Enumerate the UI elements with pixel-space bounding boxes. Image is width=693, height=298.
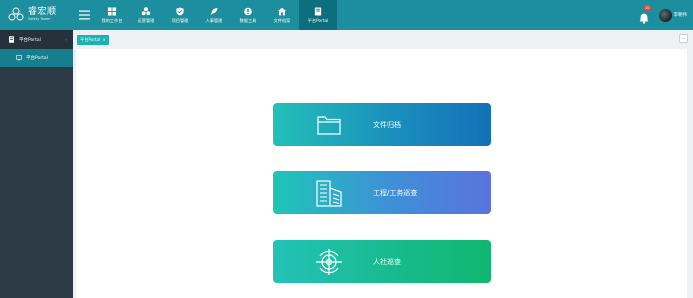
logo-mark-icon — [8, 7, 24, 21]
notification-count-badge: 10 — [643, 5, 651, 11]
card-file-archive[interactable]: 文件归档 — [273, 103, 491, 146]
brand-name: 睿宏顺 — [28, 7, 57, 18]
close-icon[interactable]: × — [102, 37, 106, 42]
nav-data-tools[interactable]: 数据工具 — [231, 0, 265, 30]
nav-platform-portal[interactable]: 平台Portal — [299, 0, 337, 30]
nav-label: 文件档案 — [273, 17, 291, 23]
tool-icon — [244, 7, 252, 15]
sidebar: 平台Portal ‹ 平台Portal — [0, 30, 73, 298]
card-label: 人社巡查 — [373, 257, 401, 266]
menu-toggle-button[interactable] — [73, 0, 95, 30]
nav-label: 运营管理 — [137, 17, 155, 23]
nav-label: 项目管理 — [171, 17, 189, 23]
tab-label: 平台Portal — [80, 36, 101, 42]
main-content: 文件归档 工程/工务巡查 人社巡查 — [76, 49, 687, 298]
folder-icon — [317, 116, 341, 135]
grid-icon — [107, 6, 117, 16]
sidebar-group-label: 平台Portal — [19, 37, 41, 43]
card-label: 工程/工务巡查 — [373, 188, 418, 197]
username[interactable]: 李朝伟 — [674, 12, 688, 18]
book-icon — [314, 6, 322, 16]
avatar[interactable] — [658, 8, 672, 22]
brand-logo[interactable]: 睿宏顺 Safety Tower — [0, 0, 73, 30]
cluster-icon — [141, 6, 151, 15]
book-icon — [9, 36, 14, 43]
feather-icon — [210, 7, 218, 16]
nav-label: 人事管理 — [205, 17, 223, 23]
nav-hr[interactable]: 人事管理 — [197, 0, 231, 30]
home-icon — [277, 7, 287, 15]
hamburger-icon — [78, 10, 90, 20]
main-nav: 我的工作台 运营管理 项目管理 人事管理 数据工具 文件档案 平台Portal — [95, 0, 337, 30]
target-icon — [316, 249, 342, 275]
sidebar-group-portal[interactable]: 平台Portal ‹ — [0, 30, 73, 49]
nav-label: 我的工作台 — [101, 17, 123, 23]
tabs-bar: 平台Portal × ··· — [73, 30, 693, 49]
tab-platform-portal[interactable]: 平台Portal × — [77, 34, 109, 45]
nav-label: 平台Portal — [307, 17, 329, 23]
card-engineering-inspection[interactable]: 工程/工务巡查 — [273, 171, 491, 214]
top-header: 睿宏顺 Safety Tower 我的工作台 运营管理 项目管理 人事管理 数据… — [0, 0, 693, 30]
screen-icon — [16, 55, 22, 61]
buildings-icon — [316, 180, 342, 207]
notifications-button[interactable]: 10 — [639, 5, 651, 24]
nav-label: 数据工具 — [239, 17, 257, 23]
nav-workbench[interactable]: 我的工作台 — [95, 0, 129, 30]
nav-projects[interactable]: 项目管理 — [163, 0, 197, 30]
brand-subtitle: Safety Tower — [28, 17, 51, 22]
shield-icon — [176, 6, 184, 16]
nav-operations[interactable]: 运营管理 — [129, 0, 163, 30]
bell-icon — [639, 13, 648, 24]
sidebar-item-label: 平台Portal — [26, 56, 48, 61]
chevron-icon: ‹ — [65, 37, 67, 42]
tabs-more-button[interactable]: ··· — [679, 34, 688, 43]
card-hr-inspection[interactable]: 人社巡查 — [273, 240, 491, 283]
card-label: 文件归档 — [373, 120, 401, 129]
nav-archive[interactable]: 文件档案 — [265, 0, 299, 30]
sidebar-item-portal[interactable]: 平台Portal — [0, 49, 73, 67]
